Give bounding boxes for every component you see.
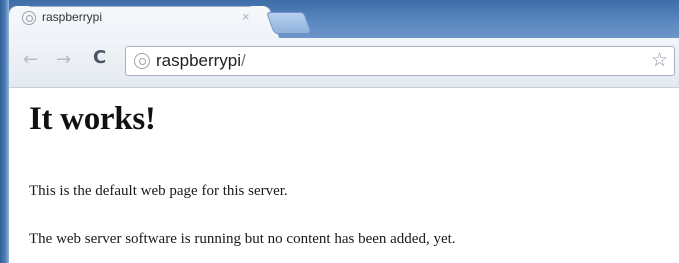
page-heading: It works! xyxy=(29,101,156,137)
tab-strip: raspberrypi × xyxy=(0,0,679,40)
address-host: raspberrypi xyxy=(156,51,242,70)
site-info-icon[interactable] xyxy=(134,53,150,69)
back-arrow-icon[interactable]: ← xyxy=(23,49,38,70)
tab-title[interactable]: raspberrypi xyxy=(42,10,102,24)
navigation-toolbar: ← → C raspberrypi/ ☆ xyxy=(9,38,679,88)
page-favicon-icon xyxy=(22,11,36,25)
new-tab-button[interactable] xyxy=(265,12,313,34)
browser-window: raspberrypi × ← → C raspberrypi/ ☆ It wo… xyxy=(0,0,679,263)
bookmark-star-icon[interactable]: ☆ xyxy=(651,49,668,71)
address-url[interactable]: raspberrypi/ xyxy=(156,51,246,71)
window-frame-left xyxy=(0,0,9,263)
page-paragraph: This is the default web page for this se… xyxy=(29,183,288,199)
close-tab-icon[interactable]: × xyxy=(242,9,250,24)
page-paragraph: The web server software is running but n… xyxy=(29,231,456,247)
address-path: / xyxy=(241,51,246,70)
address-bar[interactable]: raspberrypi/ ☆ xyxy=(125,46,675,76)
forward-arrow-icon[interactable]: → xyxy=(56,49,71,70)
reload-icon[interactable]: C xyxy=(93,47,106,68)
page-content: It works! This is the default web page f… xyxy=(9,89,679,263)
